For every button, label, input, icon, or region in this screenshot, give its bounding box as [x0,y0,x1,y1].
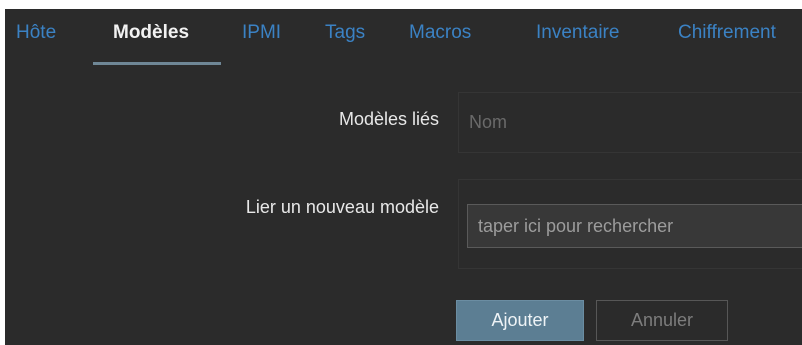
link-new-template-container [458,179,802,269]
linked-templates-label: Modèles liés [338,109,439,129]
link-new-template-label: Lier un nouveau modèle [245,197,439,217]
tab-inventory[interactable]: Inventaire [536,22,619,44]
tab-macros[interactable]: Macros [409,22,471,44]
tab-tags[interactable]: Tags [325,22,365,44]
linked-templates-table: Nom [458,92,802,153]
tab-encryption[interactable]: Chiffrement [678,22,776,44]
name-column-header: Nom [469,112,508,132]
screenshot-frame: Hôte Modèles IPMI Tags Macros Inventaire… [0,0,802,345]
template-form-panel: Hôte Modèles IPMI Tags Macros Inventaire… [5,9,802,345]
template-search-input[interactable] [467,204,802,248]
add-button[interactable]: Ajouter [456,300,584,341]
cancel-button[interactable]: Annuler [596,300,728,341]
tab-ipmi[interactable]: IPMI [242,22,281,44]
tab-templates[interactable]: Modèles [113,22,189,44]
tab-host[interactable]: Hôte [16,22,56,44]
tab-bar: Hôte Modèles IPMI Tags Macros Inventaire… [5,9,802,67]
active-tab-indicator [93,62,221,65]
